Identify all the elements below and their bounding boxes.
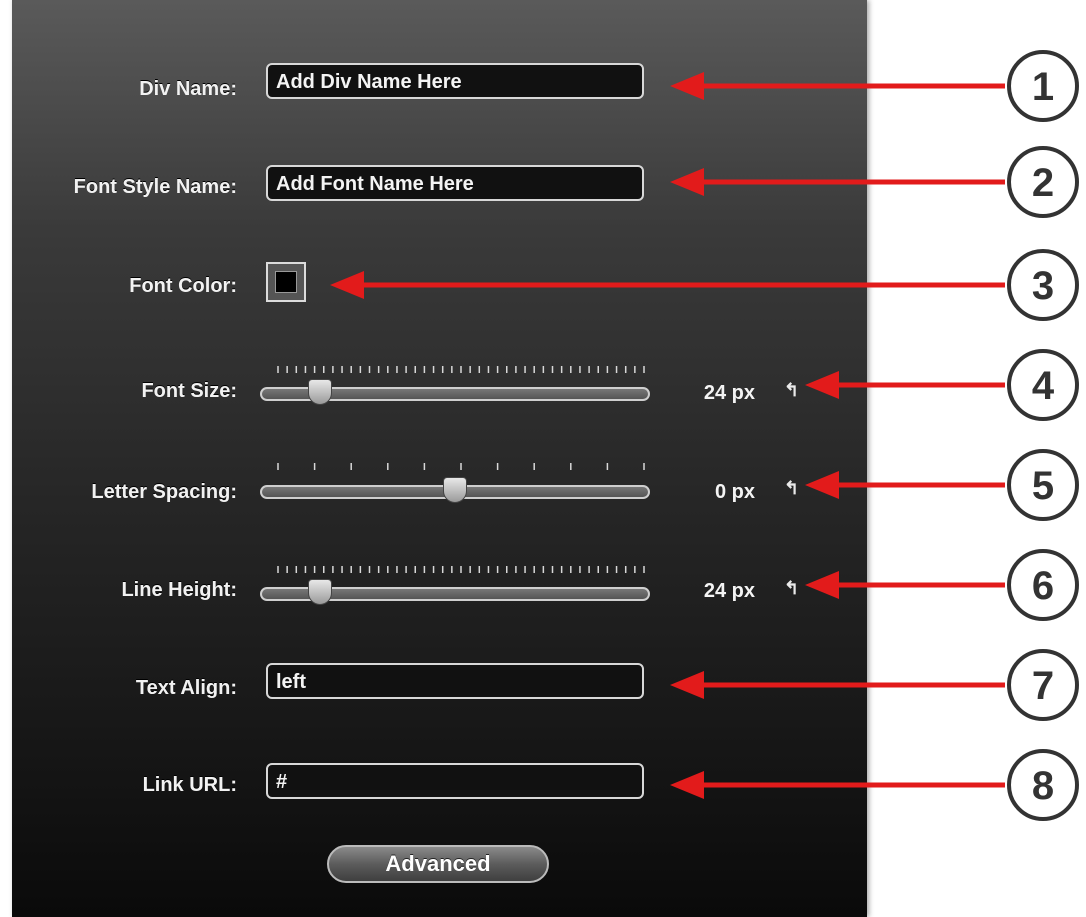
font-style-name-label: Font Style Name:	[73, 176, 237, 198]
font-size-thumb[interactable]	[307, 379, 332, 405]
inspector-panel: Div Name: Add Div Name Here Font Style N…	[12, 0, 867, 917]
letter-spacing-value: 0 px	[714, 481, 755, 503]
callout-number: 4	[1032, 364, 1055, 408]
callout-circle	[1007, 249, 1079, 321]
callout-circle	[1007, 50, 1079, 122]
letter-spacing-reset-icon[interactable]: ↰	[784, 478, 799, 499]
callout-number: 5	[1032, 464, 1054, 508]
callout-circle	[1007, 349, 1079, 421]
link-url-input[interactable]: #	[266, 763, 644, 799]
letter-spacing-slider[interactable]	[260, 477, 650, 503]
font-size-label: Font Size:	[141, 380, 237, 402]
callout-circle	[1007, 146, 1079, 218]
line-height-thumb[interactable]	[307, 579, 332, 605]
callout-circle	[1007, 549, 1079, 621]
callout-number: 8	[1032, 764, 1054, 808]
callout-circle	[1007, 449, 1079, 521]
font-size-slider[interactable]	[260, 379, 650, 405]
font-color-label: Font Color:	[129, 275, 237, 297]
letter-spacing-label: Letter Spacing:	[91, 481, 237, 503]
font-color-fill	[275, 271, 297, 293]
font-style-name-input[interactable]: Add Font Name Here	[266, 165, 644, 201]
link-url-label: Link URL:	[142, 774, 237, 796]
text-align-input[interactable]: left	[266, 663, 644, 699]
callout-circle	[1007, 649, 1079, 721]
font-size-value: 24 px	[703, 382, 755, 404]
div-name-input[interactable]: Add Div Name Here	[266, 63, 644, 99]
div-name-label: Div Name:	[139, 78, 237, 100]
line-height-ticks	[277, 566, 645, 573]
font-color-swatch[interactable]	[266, 262, 306, 302]
callout-number: 2	[1032, 161, 1054, 205]
advanced-button[interactable]: Advanced	[327, 845, 549, 883]
font-size-ticks	[277, 366, 645, 373]
letter-spacing-thumb[interactable]	[443, 477, 467, 503]
callout-number: 3	[1032, 264, 1054, 308]
font-size-reset-icon[interactable]: ↰	[784, 380, 799, 401]
line-height-slider[interactable]	[260, 579, 650, 605]
letter-spacing-ticks	[277, 463, 645, 470]
line-height-reset-icon[interactable]: ↰	[784, 578, 799, 599]
callout-circle	[1007, 749, 1079, 821]
callout-number: 7	[1032, 664, 1054, 708]
callout-number: 6	[1032, 564, 1054, 608]
line-height-value: 24 px	[703, 580, 755, 602]
text-align-label: Text Align:	[135, 677, 237, 699]
callout-number: 1	[1032, 65, 1054, 109]
line-height-label: Line Height:	[121, 579, 237, 601]
